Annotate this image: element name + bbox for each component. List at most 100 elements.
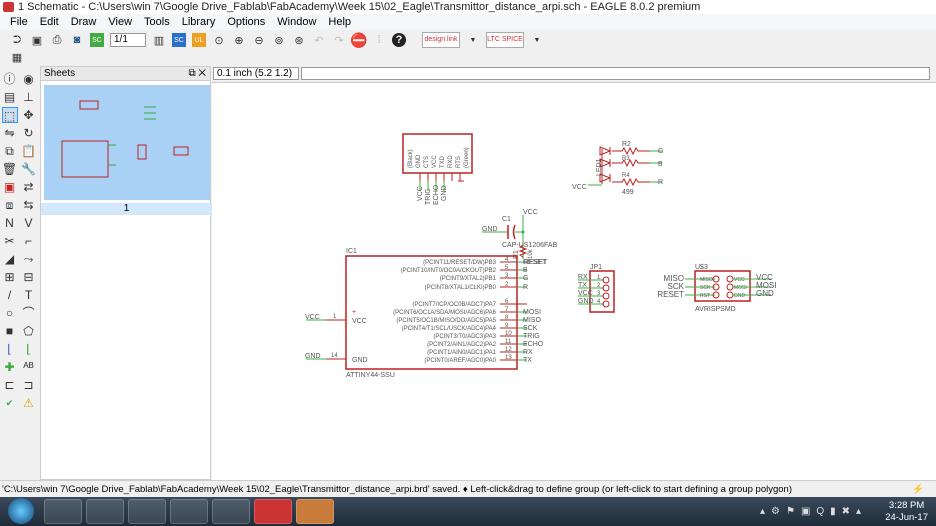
pin-label: (PCINT2/AIN1/ADC2)PA2 bbox=[427, 342, 497, 348]
connector-jp1[interactable]: JP1 RX 1TX 2VCC 3GND 4 bbox=[578, 264, 615, 313]
sch-brd-icon[interactable]: SC bbox=[90, 33, 104, 47]
menu-edit[interactable]: Edit bbox=[34, 14, 65, 30]
rgb-led[interactable]: VCC LED1 R2 R3 R4 499 G B R bbox=[572, 141, 663, 196]
ic-attiny44[interactable]: IC1 ATTINY44-SSU VCC GND + VCC GND 1 14 … bbox=[305, 248, 547, 379]
menu-file[interactable]: File bbox=[4, 14, 34, 30]
value-icon[interactable]: V bbox=[21, 215, 37, 231]
rect-icon[interactable]: ■ bbox=[2, 323, 18, 339]
chevron-down-icon[interactable]: ▼ bbox=[466, 33, 480, 47]
line-icon[interactable]: / bbox=[2, 287, 18, 303]
dimension-icon[interactable]: ⊐ bbox=[21, 377, 37, 393]
start-button[interactable] bbox=[8, 498, 34, 524]
sheet-select[interactable]: 1/1 bbox=[110, 33, 146, 47]
net-icon[interactable]: ⌊ bbox=[21, 341, 37, 357]
designlink-button[interactable]: design link bbox=[422, 32, 460, 48]
close-icon[interactable]: ⧉ ✕ bbox=[188, 67, 206, 81]
erc-icon[interactable]: ✔ bbox=[2, 395, 18, 411]
save-icon[interactable]: ▣ bbox=[30, 33, 44, 47]
media-player-taskbar-icon[interactable] bbox=[86, 499, 124, 524]
go-icon[interactable]: ⁞ bbox=[372, 33, 386, 47]
chevron-down-icon[interactable]: ▼ bbox=[530, 33, 544, 47]
arc-icon[interactable]: ⌒ bbox=[21, 305, 37, 321]
zoom-out-icon[interactable]: ⊖ bbox=[252, 33, 266, 47]
undo-icon[interactable]: ↶ bbox=[312, 33, 326, 47]
copy-icon[interactable]: ⧉ bbox=[2, 143, 18, 159]
pinswap-icon[interactable]: ⇆ bbox=[21, 197, 37, 213]
zoom-select-icon[interactable]: ⊚ bbox=[272, 33, 286, 47]
sheet-label[interactable]: 1 bbox=[41, 203, 212, 215]
replace-icon[interactable]: ⇄ bbox=[21, 179, 37, 195]
grid-settings-icon[interactable]: ▦ bbox=[10, 50, 24, 64]
display-icon[interactable]: ▤ bbox=[2, 89, 18, 105]
stop-icon[interactable]: ⛔ bbox=[350, 32, 367, 48]
mark-icon[interactable]: ⊥ bbox=[21, 89, 37, 105]
help-icon[interactable]: ? bbox=[392, 33, 406, 47]
sch-icon[interactable]: SC bbox=[172, 33, 186, 47]
zoom-fit-icon[interactable]: ⊙ bbox=[212, 33, 226, 47]
bus-icon[interactable]: ⌊ bbox=[2, 341, 18, 357]
wrench-icon[interactable]: 🔧 bbox=[21, 161, 37, 177]
delete-icon[interactable]: 🗑 bbox=[2, 161, 18, 177]
polygon-icon[interactable]: ⬠ bbox=[21, 323, 37, 339]
schematic-drawing[interactable]: (Black) GND CTS VCC TXD RXD RTS (Green) … bbox=[212, 83, 936, 481]
zoom-redraw-icon[interactable]: ⊛ bbox=[292, 33, 306, 47]
optimize-icon[interactable]: ⤳ bbox=[21, 251, 37, 267]
part-name: JP1 bbox=[590, 264, 602, 271]
menu-view[interactable]: View bbox=[102, 14, 138, 30]
add-icon[interactable]: ▣ bbox=[2, 179, 18, 195]
move-icon[interactable]: ✥ bbox=[21, 107, 37, 123]
errors-icon[interactable]: ⚠ bbox=[21, 395, 37, 411]
circle-icon[interactable]: ○ bbox=[2, 305, 18, 321]
open-icon[interactable]: ⮊ bbox=[10, 33, 24, 47]
system-tray-icons[interactable]: ▴⚙⚑▣Q▮✖▴ bbox=[760, 506, 867, 517]
mirror-icon[interactable]: ⇋ bbox=[2, 125, 18, 141]
explorer-taskbar-icon[interactable] bbox=[44, 499, 82, 524]
schematic-canvas[interactable]: (Black) GND CTS VCC TXD RXD RTS (Green) … bbox=[212, 82, 936, 480]
smash-icon[interactable]: ✂ bbox=[2, 233, 18, 249]
info-icon[interactable]: ⓘ bbox=[2, 71, 18, 87]
menu-window[interactable]: Window bbox=[271, 14, 322, 30]
sticky-notes-taskbar-icon[interactable] bbox=[212, 499, 250, 524]
menu-options[interactable]: Options bbox=[221, 14, 271, 30]
attribute-icon[interactable]: ⊏ bbox=[2, 377, 18, 393]
net-label: SCK bbox=[523, 325, 538, 332]
group-icon[interactable]: ⬚ bbox=[1, 107, 18, 123]
net-label: GND bbox=[756, 289, 774, 298]
pin-label: CTS bbox=[424, 156, 430, 168]
clock[interactable]: 3:28 PM 24-Jun-17 bbox=[885, 500, 928, 524]
chrome-taskbar-icon[interactable] bbox=[128, 499, 166, 524]
menu-draw[interactable]: Draw bbox=[65, 14, 103, 30]
show-icon[interactable]: ◉ bbox=[21, 71, 37, 87]
miter-icon[interactable]: ◢ bbox=[2, 251, 18, 267]
net-label-icon[interactable]: ᴬᴮ bbox=[21, 359, 37, 375]
avr-isp-header[interactable]: U$3 AVRISPSMD MISO VCCMISO VCCSCK MOSISCK MO… bbox=[657, 264, 776, 313]
net-label: RESET bbox=[523, 259, 547, 266]
menu-help[interactable]: Help bbox=[322, 14, 357, 30]
zoom-in-icon[interactable]: ⊕ bbox=[232, 33, 246, 47]
pin-label: RXD bbox=[448, 155, 454, 168]
inkscape-taskbar-icon[interactable] bbox=[170, 499, 208, 524]
acrobat-taskbar-icon[interactable] bbox=[254, 499, 292, 524]
eagle-taskbar-icon[interactable] bbox=[296, 499, 334, 524]
ul-icon[interactable]: UL bbox=[192, 33, 206, 47]
print-icon[interactable]: ⎙ bbox=[50, 33, 64, 47]
split-icon[interactable]: ⌐ bbox=[21, 233, 37, 249]
command-line-input[interactable] bbox=[301, 67, 930, 80]
label-icon[interactable]: ⊟ bbox=[21, 269, 37, 285]
name-icon[interactable]: N bbox=[2, 215, 18, 231]
grid-icon[interactable]: ▥ bbox=[152, 33, 166, 47]
sheet-thumbnail[interactable] bbox=[44, 85, 210, 200]
invoke-icon[interactable]: ⊞ bbox=[2, 269, 18, 285]
lightning-icon[interactable]: ⚡ bbox=[912, 481, 924, 498]
rotate-icon[interactable]: ↻ bbox=[21, 125, 37, 141]
menu-tools[interactable]: Tools bbox=[138, 14, 176, 30]
ltspice-button[interactable]: LTC SPICE bbox=[486, 32, 524, 48]
paste-icon[interactable]: 📋 bbox=[21, 143, 37, 159]
redo-icon[interactable]: ↷ bbox=[332, 33, 346, 47]
cam-icon[interactable]: ◙ bbox=[70, 33, 84, 47]
gate-icon[interactable]: ⧈ bbox=[2, 197, 18, 213]
text-icon[interactable]: T bbox=[21, 287, 37, 303]
junction-icon[interactable]: ✚ bbox=[2, 359, 18, 375]
ftdi-header[interactable]: (Black) GND CTS VCC TXD RXD RTS (Green) … bbox=[402, 133, 473, 205]
menu-library[interactable]: Library bbox=[176, 14, 222, 30]
